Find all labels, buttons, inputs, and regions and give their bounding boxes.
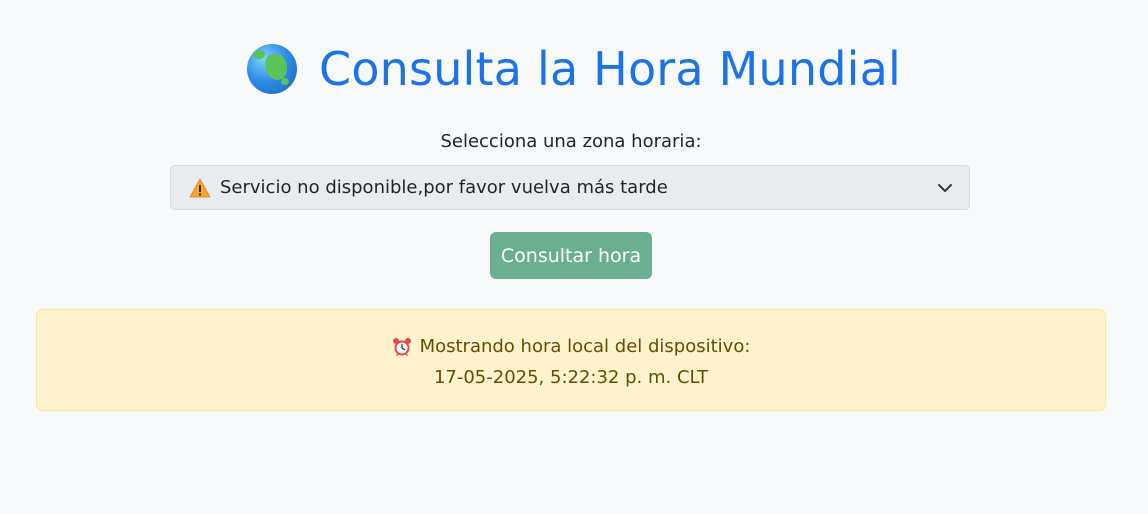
alert-message-row: Mostrando hora local del dispositivo: [37, 336, 1105, 357]
header: Consulta la Hora Mundial [0, 36, 1148, 102]
chevron-down-icon [938, 184, 952, 192]
warning-icon [189, 178, 211, 197]
globe-icon [247, 44, 298, 94]
timezone-label: Selecciona una zona horaria: [440, 131, 702, 152]
consult-time-button[interactable]: Consultar hora [490, 232, 652, 279]
alarm-clock-icon [392, 337, 411, 356]
page: Consulta la Hora Mundial Selecciona una … [0, 0, 1148, 514]
local-time-alert: Mostrando hora local del dispositivo: 17… [36, 309, 1106, 411]
timezone-select[interactable]: Servicio no disponible,por favor vuelva … [170, 165, 970, 210]
page-title: Consulta la Hora Mundial [319, 42, 901, 96]
timezone-select-value: Servicio no disponible,por favor vuelva … [220, 177, 668, 198]
alert-datetime: 17-05-2025, 5:22:32 p. m. CLT [433, 367, 709, 388]
alert-message: Mostrando hora local del dispositivo: [419, 336, 751, 357]
